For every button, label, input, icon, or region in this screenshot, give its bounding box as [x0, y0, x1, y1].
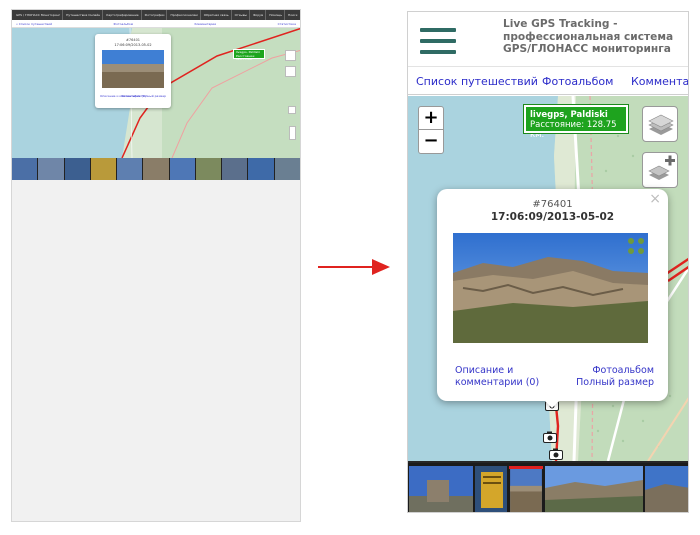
hamburger-menu-icon[interactable]	[420, 28, 456, 54]
thumb-subnav-back[interactable]: « Список путешествий	[16, 22, 52, 26]
thumb-strip-frame[interactable]	[222, 158, 248, 180]
thumb-popup-id: #76401	[125, 38, 141, 42]
nav-photoalbum-link[interactable]: Фотоальбом	[542, 75, 613, 88]
popup-datetime: 17:06:09/2013-05-02	[490, 211, 615, 223]
map-view[interactable]: + − livegps, Paldiski Расстояние: 128.75…	[408, 96, 688, 461]
thumb-subnav-link[interactable]: Комментарии	[194, 22, 216, 26]
filmstrip-thumb[interactable]	[545, 466, 643, 513]
thumb-menu-item[interactable]: Отзывы	[233, 10, 250, 20]
thumb-strip-frame[interactable]	[169, 158, 195, 180]
thumb-fullscreen-icon[interactable]	[288, 106, 296, 114]
nav-comments-link[interactable]: Комментарии	[631, 75, 688, 88]
track-info-badge: livegps, Paldiski Расстояние: 128.75 км.	[523, 104, 629, 140]
thumb-menu-item[interactable]: Форум	[251, 10, 267, 20]
thumb-menu-item[interactable]: Картографирование	[104, 10, 142, 20]
thumb-subnav-link[interactable]: Статистика	[278, 22, 296, 26]
popup-description-link[interactable]: Описание и комментарии (0)	[455, 365, 555, 389]
thumb-top-menu: GPS / ГЛОНАСС Мониторинг Путешествия Онл…	[12, 10, 300, 20]
thumb-menu-item[interactable]: Помощь	[267, 10, 286, 20]
add-overlay-icon	[648, 155, 675, 180]
filmstrip-thumb[interactable]	[645, 466, 689, 513]
popup-photo-image[interactable]	[453, 233, 648, 343]
thumb-menu-item[interactable]: Профессионалам	[168, 10, 201, 20]
thumb-strip-frame[interactable]	[90, 158, 117, 180]
filmstrip-thumb-selected[interactable]	[509, 466, 543, 513]
thumb-popup-photo[interactable]	[102, 50, 164, 88]
photo-filmstrip	[408, 461, 689, 513]
popup-pointer	[544, 400, 560, 408]
zoom-in-button[interactable]: +	[418, 106, 444, 130]
popup-photo-id: #76401	[532, 199, 573, 210]
camera-marker-icon[interactable]	[543, 431, 557, 443]
photo-popup: × #76401 17:06:09/2013-05-02 Описание и …	[437, 189, 668, 408]
thumb-strip-frame[interactable]	[117, 158, 143, 180]
thumb-strip-frame[interactable]	[248, 158, 274, 180]
thumb-track-badge: livegps, Paldiski Расстояние: 128.75 км.	[233, 49, 265, 61]
track-name: livegps, Paldiski	[530, 110, 608, 120]
track-distance-label: Расстояние:	[530, 120, 585, 130]
thumb-subnav-link[interactable]: Фотоальбом	[114, 22, 133, 26]
filmstrip-thumb[interactable]	[409, 466, 473, 513]
thumb-layers-icon[interactable]	[285, 50, 296, 61]
thumb-subnav: « Список путешествий Фотоальбом Коммента…	[12, 20, 300, 28]
thumb-popup-date: 17:06:09/2013-05-02	[114, 43, 152, 47]
thumb-filmstrip	[12, 158, 300, 180]
thumb-zoom-control[interactable]	[289, 126, 296, 140]
layers-icon	[648, 114, 674, 135]
thumb-menu-item[interactable]: Обратная связь	[202, 10, 232, 20]
thumb-menu-item[interactable]: Поиск	[286, 10, 300, 20]
thumb-popup-album[interactable]: Фотоальбом Полный размер	[121, 94, 166, 98]
zoom-out-button[interactable]: −	[418, 130, 444, 154]
thumb-strip-frame[interactable]	[64, 158, 90, 180]
filmstrip-thumb[interactable]	[475, 466, 507, 513]
thumb-menu-item[interactable]: Фотографии	[143, 10, 168, 20]
layers-button[interactable]	[642, 106, 678, 142]
popup-album-links: Фотоальбом Полный размер	[576, 365, 654, 389]
thumb-badge-distance: Расстояние: 128.75 км.	[236, 53, 256, 61]
add-overlay-button[interactable]	[642, 152, 678, 188]
nav-bar: Список путешествий Фотоальбом Комментари…	[408, 69, 688, 95]
thumb-photo-popup: #76401 17:06:09/2013-05-02 Описание и ко…	[95, 34, 171, 108]
popup-fullsize-link[interactable]: Полный размер	[576, 377, 654, 389]
desktop-thumbnail: GPS / ГЛОНАСС Мониторинг Путешествия Онл…	[11, 9, 301, 522]
thumb-menu-item[interactable]: GPS / ГЛОНАСС Мониторинг	[14, 10, 64, 20]
thumb-overlay-icon[interactable]	[285, 66, 296, 77]
site-header: Live GPS Tracking - профессиональная сис…	[408, 12, 688, 67]
arrow-right-icon	[318, 259, 390, 275]
thumb-strip-frame[interactable]	[143, 158, 169, 180]
nav-trips-link[interactable]: Список путешествий	[416, 75, 538, 88]
thumb-strip-frame[interactable]	[195, 158, 222, 180]
site-title: Live GPS Tracking - профессиональная сис…	[503, 18, 674, 55]
thumb-strip-frame[interactable]	[274, 158, 300, 180]
camera-marker-icon[interactable]	[549, 448, 563, 460]
thumb-strip-frame[interactable]	[12, 158, 38, 180]
popup-album-link[interactable]: Фотоальбом	[576, 365, 654, 377]
thumb-menu-item[interactable]: Путешествия Онлайн	[64, 10, 104, 20]
mobile-view: Live GPS Tracking - профессиональная сис…	[407, 11, 689, 513]
thumb-strip-frame[interactable]	[38, 158, 64, 180]
